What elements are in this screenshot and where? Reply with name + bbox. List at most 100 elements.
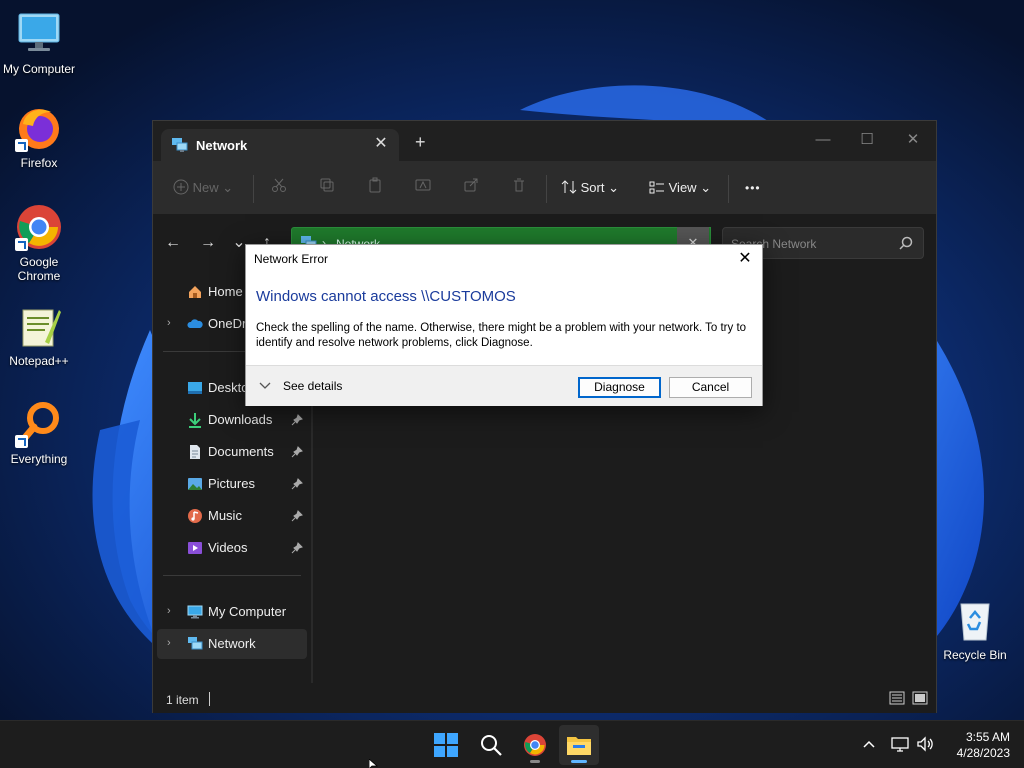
sidebar-item-documents[interactable]: Documents [157,437,307,467]
chrome-icon [15,203,63,251]
active-indicator [571,760,587,763]
desktop-icon-notepad-plus-plus[interactable]: Notepad++ [0,302,78,368]
plus-circle-icon [173,179,189,195]
sidebar-item-network[interactable]: › Network [157,629,307,659]
file-explorer-taskbar-button[interactable] [559,725,599,765]
view-button[interactable]: View ⌄ [649,177,711,199]
clipboard-icon [369,177,381,193]
chrome-taskbar-button[interactable] [515,725,555,765]
cloud-icon [187,316,203,332]
close-window-button[interactable]: ✕ [893,127,933,153]
copy-button[interactable] [319,177,335,199]
volume-button[interactable] [916,735,934,753]
details-view-button[interactable] [889,691,905,708]
dialog-heading: Windows cannot access \\CUSTOMOS [256,288,516,305]
network-icon [171,137,189,153]
desktop-icon-label: Notepad++ [9,354,69,368]
more-options-button[interactable]: ••• [745,177,761,199]
chrome-icon [524,734,546,756]
clock-time[interactable]: 3:55 AM [944,730,1010,744]
network-error-dialog[interactable]: Network Error ✕ Windows cannot access \\… [245,244,763,406]
sidebar-item-label: Network [208,636,256,651]
pin-icon[interactable] [291,478,303,490]
tiles-view-button[interactable] [912,691,928,708]
see-details-toggle[interactable]: See details [283,379,342,393]
recycle-bin-icon [951,596,999,644]
tab-network[interactable]: Network ✕ [161,129,399,161]
dialog-close-button[interactable]: ✕ [734,248,756,270]
sidebar-item-videos[interactable]: Videos [157,533,307,563]
chevron-right-icon[interactable]: › [167,317,171,329]
chevron-right-icon[interactable]: › [167,637,171,649]
divider [546,175,547,203]
videos-icon [187,540,203,556]
file-explorer-window[interactable]: Network ✕ + — ☐ ✕ New ⌄ Sort ⌄ View ⌄ ••… [152,120,937,713]
view-icon [649,181,664,194]
sidebar-item-label: My Computer [208,604,287,619]
chevron-down-icon[interactable] [259,379,271,391]
sidebar-item-label: Videos [208,540,248,555]
desktop-icon-recycle-bin[interactable]: Recycle Bin [936,596,1014,662]
windows-logo-icon [434,733,458,757]
maximize-button[interactable]: ☐ [847,127,887,153]
pin-icon[interactable] [291,446,303,458]
dialog-footer: See details Diagnose Cancel [246,365,762,406]
pin-icon[interactable] [291,510,303,522]
delete-button[interactable] [511,177,527,199]
desktop-icon-label: Google Chrome [17,255,61,283]
divider [209,692,210,706]
home-icon [187,284,203,300]
new-label: New [192,180,219,195]
pictures-icon [187,476,203,492]
dialog-title: Network Error [254,252,329,266]
volume-icon [917,736,933,752]
tab-title: Network [196,138,248,153]
sidebar-item-pictures[interactable]: Pictures [157,469,307,499]
sidebar-item-music[interactable]: Music [157,501,307,531]
cancel-button[interactable]: Cancel [669,377,752,398]
clock-date[interactable]: 4/28/2023 [944,746,1010,760]
folder-icon [567,737,591,755]
desktop-icon-chrome[interactable]: Google Chrome [0,203,78,283]
show-hidden-icons-button[interactable] [862,737,876,751]
pin-icon[interactable] [291,414,303,426]
desktop-icon-my-computer[interactable]: My Computer [0,10,78,76]
back-button[interactable]: ← [163,233,183,253]
details-view-icon [889,691,905,705]
desktop-icon-everything[interactable]: Everything [0,400,78,466]
mouse-cursor-icon [368,758,379,768]
rename-button[interactable] [415,177,431,199]
chevron-right-icon[interactable]: › [167,605,171,617]
forward-button[interactable]: → [198,233,218,253]
new-tab-button[interactable]: + [415,133,426,151]
monitor-icon [15,10,63,58]
everything-search-icon [15,400,63,448]
dialog-message: Check the spelling of the name. Otherwis… [256,322,747,349]
copy-icon [320,178,334,192]
diagnose-button[interactable]: Diagnose [578,377,661,398]
desktop-icon-firefox[interactable]: Firefox [0,104,78,170]
network-status-button[interactable] [891,735,909,753]
dialog-title-bar[interactable]: Network Error ✕ [246,245,762,273]
firefox-icon [15,104,63,152]
share-icon [464,178,478,192]
share-button[interactable] [463,177,479,199]
trash-icon [514,178,524,192]
new-button[interactable]: New ⌄ [173,177,233,199]
paste-button[interactable] [367,177,383,199]
divider [163,575,301,576]
sidebar-item-label: Documents [208,444,274,459]
running-indicator [530,760,540,763]
network-icon [187,636,203,652]
minimize-button[interactable]: — [803,127,843,153]
tab-close-button[interactable]: ✕ [371,134,391,154]
start-button[interactable] [426,725,466,765]
title-bar[interactable]: Network ✕ + — ☐ ✕ [153,121,936,161]
pin-icon[interactable] [291,542,303,554]
cut-button[interactable] [271,177,287,199]
search-button[interactable] [471,725,511,765]
sidebar-item-downloads[interactable]: Downloads [157,405,307,435]
sort-button[interactable]: Sort ⌄ [561,177,619,199]
shortcut-arrow-icon [15,238,28,251]
sidebar-item-my-computer[interactable]: › My Computer [157,597,307,627]
